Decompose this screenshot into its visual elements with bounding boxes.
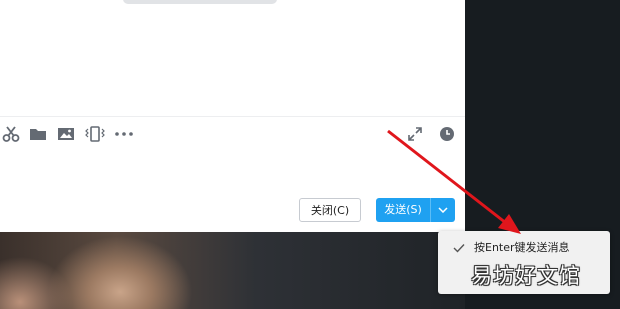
- expand-icon[interactable]: [404, 122, 426, 146]
- chevron-down-icon: [438, 207, 448, 213]
- toolbar-divider: [0, 116, 465, 117]
- send-options-dropdown[interactable]: [431, 198, 455, 222]
- chat-window: 关闭(C) 发送(S): [0, 0, 465, 232]
- history-clock-icon[interactable]: [436, 122, 458, 146]
- checkmark-icon: [453, 244, 465, 253]
- scissors-icon[interactable]: [0, 122, 22, 146]
- message-history-area[interactable]: [0, 0, 465, 116]
- top-scroll-pill: [123, 0, 277, 4]
- input-toolbar: [0, 122, 465, 146]
- message-input-area[interactable]: [0, 146, 465, 196]
- image-icon[interactable]: [55, 122, 77, 146]
- enter-to-send-option[interactable]: 按Enter键发送消息: [474, 241, 570, 255]
- send-options-menu: 按Enter键发送消息 易坊好文馆: [438, 231, 610, 294]
- send-button[interactable]: 发送(S): [376, 198, 430, 222]
- watermark-text: 易坊好文馆: [471, 264, 581, 288]
- close-button[interactable]: 关闭(C): [299, 198, 361, 222]
- folder-icon[interactable]: [27, 122, 49, 146]
- more-icon[interactable]: [113, 122, 135, 146]
- vibrate-icon[interactable]: [84, 122, 106, 146]
- background-photo: [0, 232, 465, 309]
